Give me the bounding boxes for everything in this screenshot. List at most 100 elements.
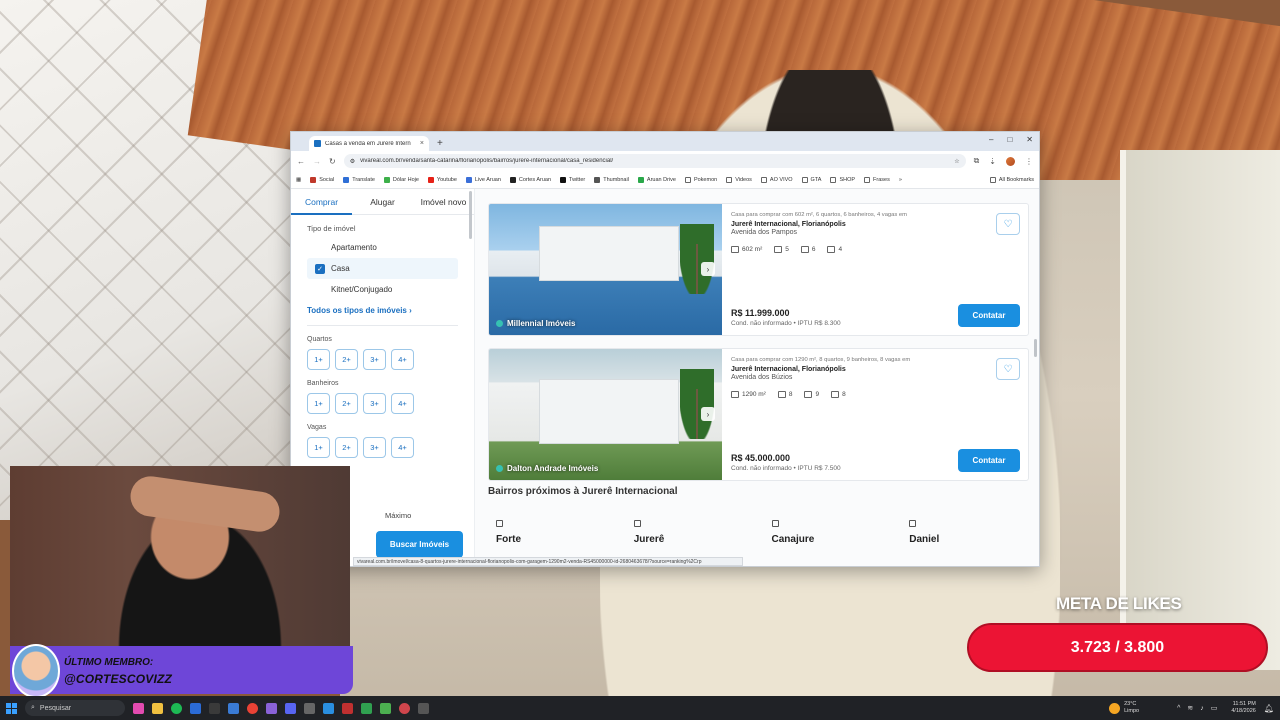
spotify-icon[interactable] — [171, 702, 182, 714]
listing-photo[interactable]: › Dalton Andrade Imóveis — [489, 349, 722, 480]
back-icon[interactable]: ← — [297, 157, 305, 166]
quartos-option[interactable]: 4+ — [391, 349, 414, 370]
vagas-option[interactable]: 3+ — [363, 437, 386, 458]
taskbar-app-icon[interactable] — [342, 702, 353, 714]
tab-close-icon[interactable]: × — [420, 140, 424, 147]
contatar-button[interactable]: Contatar — [958, 449, 1020, 472]
bookmark-folder[interactable]: Videos — [726, 176, 752, 183]
bookmark-folder[interactable]: SHOP — [830, 176, 855, 183]
close-window-button[interactable]: ✕ — [1026, 135, 1033, 144]
taskbar-app-icon[interactable] — [209, 702, 220, 714]
minimize-button[interactable]: – — [989, 135, 993, 144]
maximize-button[interactable]: □ — [1007, 135, 1012, 144]
nearby-item[interactable]: Daniel — [901, 512, 1039, 566]
favorite-heart-icon[interactable]: ♡ — [996, 213, 1020, 235]
weather-widget[interactable]: 23°C Limpo — [1109, 701, 1139, 715]
buscar-imoveis-button[interactable]: Buscar Imóveis — [376, 531, 463, 558]
listing-photo[interactable]: › Millennial Imóveis — [489, 204, 722, 335]
bookmark-item[interactable]: Dólar Hoje — [383, 176, 419, 183]
house-image — [539, 379, 679, 444]
bookmark-item[interactable]: Thumbnail — [594, 176, 629, 183]
windows-start-icon[interactable] — [6, 702, 17, 714]
profile-avatar[interactable] — [1006, 156, 1015, 166]
bookmark-folder[interactable]: GTA — [801, 176, 821, 183]
tab-comprar[interactable]: Comprar — [291, 189, 352, 215]
vagas-option[interactable]: 2+ — [335, 437, 358, 458]
checkbox-checked[interactable]: ✓ — [315, 263, 325, 274]
site-info-icon[interactable]: ⚙ — [350, 158, 355, 165]
taskbar-clock[interactable]: 11:51 PM 4/18/2026 — [1231, 701, 1255, 715]
discord-icon[interactable] — [285, 702, 296, 714]
bookmark-item[interactable]: Twitter — [560, 176, 585, 183]
bookmark-item[interactable]: Social — [310, 176, 334, 183]
banheiros-option[interactable]: 2+ — [335, 393, 358, 414]
taskbar-app-icon[interactable] — [361, 702, 372, 714]
quartos-option[interactable]: 2+ — [335, 349, 358, 370]
taskbar-app-icon[interactable] — [418, 702, 429, 714]
bookmark-item[interactable]: Cortes Aruan — [509, 176, 551, 183]
bookmark-folder[interactable]: AO VIVO — [760, 176, 793, 183]
checkbox[interactable] — [315, 285, 325, 295]
taskbar-app-icon[interactable] — [228, 702, 239, 714]
tray-chevron-icon[interactable]: ^ — [1177, 705, 1180, 712]
taskbar-app-icon[interactable] — [399, 702, 410, 714]
banheiros-option[interactable]: 3+ — [363, 393, 386, 414]
chrome-icon[interactable] — [247, 702, 258, 714]
bookmark-item[interactable]: Live Aruan — [465, 176, 501, 183]
file-explorer-icon[interactable] — [152, 702, 163, 714]
likes-goal-title: META DE LIKES — [1056, 594, 1182, 613]
forward-icon[interactable]: → — [313, 157, 321, 166]
banheiros-option[interactable]: 4+ — [391, 393, 414, 414]
battery-icon[interactable]: ▭ — [1211, 704, 1218, 712]
more-bookmarks-icon[interactable]: » — [899, 177, 902, 183]
tab-imovel-novo[interactable]: Imóvel novo — [413, 189, 474, 215]
taskbar-search[interactable]: ⌕ Pesquisar — [25, 700, 125, 716]
bookmark-star-icon[interactable]: ☆ — [954, 158, 959, 165]
next-photo-icon[interactable]: › — [701, 262, 715, 276]
bookmark-folder[interactable]: Pokemon — [684, 176, 717, 183]
bookmark-item[interactable]: Aruan Drive — [637, 176, 676, 183]
extensions-icon[interactable]: ⧉ — [974, 156, 980, 166]
all-bookmarks[interactable]: All Bookmarks — [989, 176, 1034, 183]
taskbar-app-icon[interactable] — [266, 702, 277, 714]
browser-tab[interactable]: Casas à venda em Jurerê Intern × — [309, 136, 429, 151]
address-bar[interactable]: ⚙ vivareal.com.br/venda/santa-catarina/f… — [343, 154, 966, 168]
taskbar-app-icon[interactable] — [133, 702, 144, 714]
vagas-option[interactable]: 4+ — [391, 437, 414, 458]
bookmark-item[interactable]: Youtube — [427, 176, 457, 183]
bookmarks-bar: ▦ Social Translate Dólar Hoje Youtube Li… — [291, 171, 1039, 189]
filter-scrollbar[interactable] — [469, 191, 472, 239]
bookmark-item[interactable]: Translate — [343, 176, 375, 183]
new-tab-button[interactable]: + — [437, 138, 443, 149]
bookmark-folder[interactable]: Frases — [864, 176, 890, 183]
downloads-icon[interactable]: ⇣ — [989, 157, 996, 166]
contatar-button[interactable]: Contatar — [958, 304, 1020, 327]
menu-icon[interactable]: ⋮ — [1025, 157, 1033, 166]
banheiros-option[interactable]: 1+ — [307, 393, 330, 414]
listing-card[interactable]: › Millennial Imóveis Casa para comprar c… — [488, 203, 1029, 336]
taskbar-app-icon[interactable] — [323, 702, 334, 714]
volume-icon[interactable]: ♪ — [1200, 705, 1204, 712]
type-option-casa[interactable]: ✓ Casa — [307, 258, 458, 279]
reload-icon[interactable]: ↻ — [329, 157, 336, 166]
all-types-link[interactable]: Todos os tipos de imóveis › — [307, 306, 458, 315]
taskbar-app-icon[interactable] — [380, 702, 391, 714]
next-photo-icon[interactable]: › — [701, 407, 715, 421]
apps-grid-icon[interactable]: ▦ — [296, 177, 301, 183]
quartos-option[interactable]: 1+ — [307, 349, 330, 370]
tab-alugar[interactable]: Alugar — [352, 189, 413, 215]
clock-date: 4/18/2026 — [1231, 708, 1256, 714]
nearby-item[interactable]: Canajure — [764, 512, 902, 566]
type-option-apartamento[interactable]: Apartamento — [307, 237, 458, 258]
taskbar-app-icon[interactable] — [190, 702, 201, 714]
listing-card[interactable]: › Dalton Andrade Imóveis Casa para compr… — [488, 348, 1029, 481]
results-scrollbar[interactable] — [1034, 339, 1037, 357]
favorite-heart-icon[interactable]: ♡ — [996, 358, 1020, 380]
vagas-option[interactable]: 1+ — [307, 437, 330, 458]
camera-icon[interactable] — [304, 702, 315, 714]
quartos-option[interactable]: 3+ — [363, 349, 386, 370]
type-option-kitnet[interactable]: Kitnet/Conjugado — [307, 279, 458, 300]
notification-bell-icon[interactable]: 🔔︎ — [1264, 704, 1274, 713]
wifi-icon[interactable]: ≋ — [1187, 704, 1193, 712]
checkbox[interactable] — [315, 243, 325, 253]
